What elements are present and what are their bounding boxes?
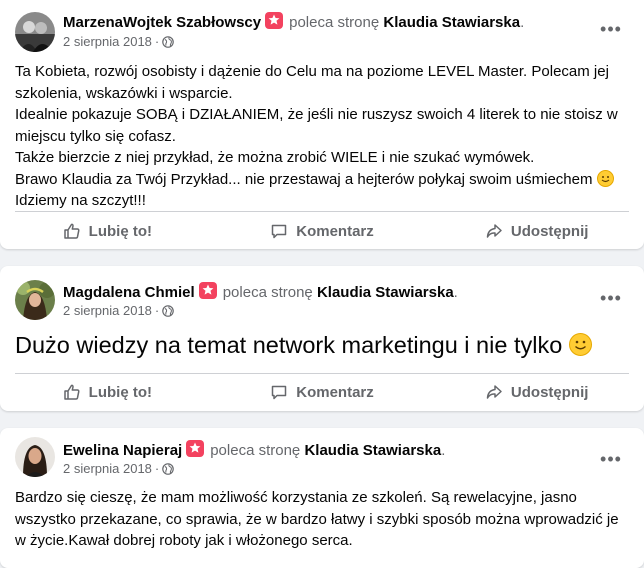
period: . [520,14,525,31]
comment-icon [272,224,287,239]
share-label: Udostępnij [510,383,589,401]
more-options-button[interactable]: ••• [598,450,624,468]
period: . [441,442,446,459]
like-label: Lubię to! [88,383,152,401]
globe-icon [162,36,175,51]
more-options-button[interactable]: ••• [598,289,624,307]
recommend-text: poleca stronę [289,14,380,31]
review-line: Także bierzcie z niej przykład, że można… [15,149,535,166]
review-line: Idealnie pokazuje SOBĄ i DZIAŁANIEM, że … [15,106,618,145]
recommend-star-icon [186,440,205,457]
separator: · [154,461,160,476]
page-name[interactable]: Klaudia Stawiarska [304,442,441,459]
review-card: Magdalena Chmiel poleca stronę Klaudia St… [0,266,644,411]
avatar[interactable] [15,437,55,477]
author-name[interactable]: Ewelina Napieraj [63,442,182,459]
post-date[interactable]: 2 sierpnia 2018 [63,34,152,49]
review-line: Ta Kobieta, rozwój osobisty i dążenie do… [15,63,609,102]
post-date[interactable]: 2 sierpnia 2018 [63,303,152,318]
avatar[interactable] [15,12,55,52]
review-line: Brawo Klaudia za Twój Przykład... nie pr… [15,169,626,191]
globe-icon [162,463,175,478]
recommend-text: poleca stronę [210,442,301,459]
thumbs-up-icon [63,384,80,400]
separator: · [154,34,160,49]
share-button[interactable]: Udostępnij [429,214,644,248]
share-icon [486,385,502,399]
action-bar: Lubię to! Komentarz Udostępnij [0,214,644,248]
divider [15,373,629,374]
like-label: Lubię to! [88,222,152,240]
comment-label: Komentarz [296,383,374,401]
review-text: Dużo wiedzy na temat network marketingu … [15,330,626,360]
period: . [453,284,458,301]
separator: · [154,303,160,318]
recommend-star-icon [265,12,284,29]
thumbs-up-icon [63,223,80,239]
review-card: MarzenaWojtek Szabłowscy poleca stronę Kl… [0,0,644,249]
author-name[interactable]: MarzenaWojtek Szabłowscy [63,14,261,31]
share-label: Udostępnij [510,222,589,240]
share-icon [486,224,502,238]
review-card: Ewelina Napieraj poleca stronę Klaudia St… [0,428,644,568]
share-button[interactable]: Udostępnij [429,375,644,409]
recommend-text: poleca stronę [222,284,313,301]
review-text: Ta Kobieta, rozwój osobisty i dążenie do… [15,61,626,212]
comment-button[interactable]: Komentarz [215,375,430,409]
recommend-star-icon [198,282,217,299]
comment-label: Komentarz [296,222,374,240]
like-button[interactable]: Lubię to! [0,375,215,409]
divider [15,211,629,212]
like-button[interactable]: Lubię to! [0,214,215,248]
globe-icon [162,305,175,320]
more-options-button[interactable]: ••• [598,20,624,38]
review-text: Bardzo się cieszę, że mam możliwość korz… [15,489,619,549]
page-name[interactable]: Klaudia Stawiarska [383,14,520,31]
action-bar: Lubię to! Komentarz Udostępnij [0,375,644,409]
comment-button[interactable]: Komentarz [215,214,430,248]
post-date[interactable]: 2 sierpnia 2018 [63,461,152,476]
page-name[interactable]: Klaudia Stawiarska [317,284,454,301]
smiling-face-icon [568,333,592,356]
author-name[interactable]: Magdalena Chmiel [63,284,195,301]
comment-icon [272,385,287,400]
smiling-face-icon [596,169,614,187]
review-line: Idziemy na szczyt!!! [15,192,146,209]
avatar[interactable] [15,280,55,320]
